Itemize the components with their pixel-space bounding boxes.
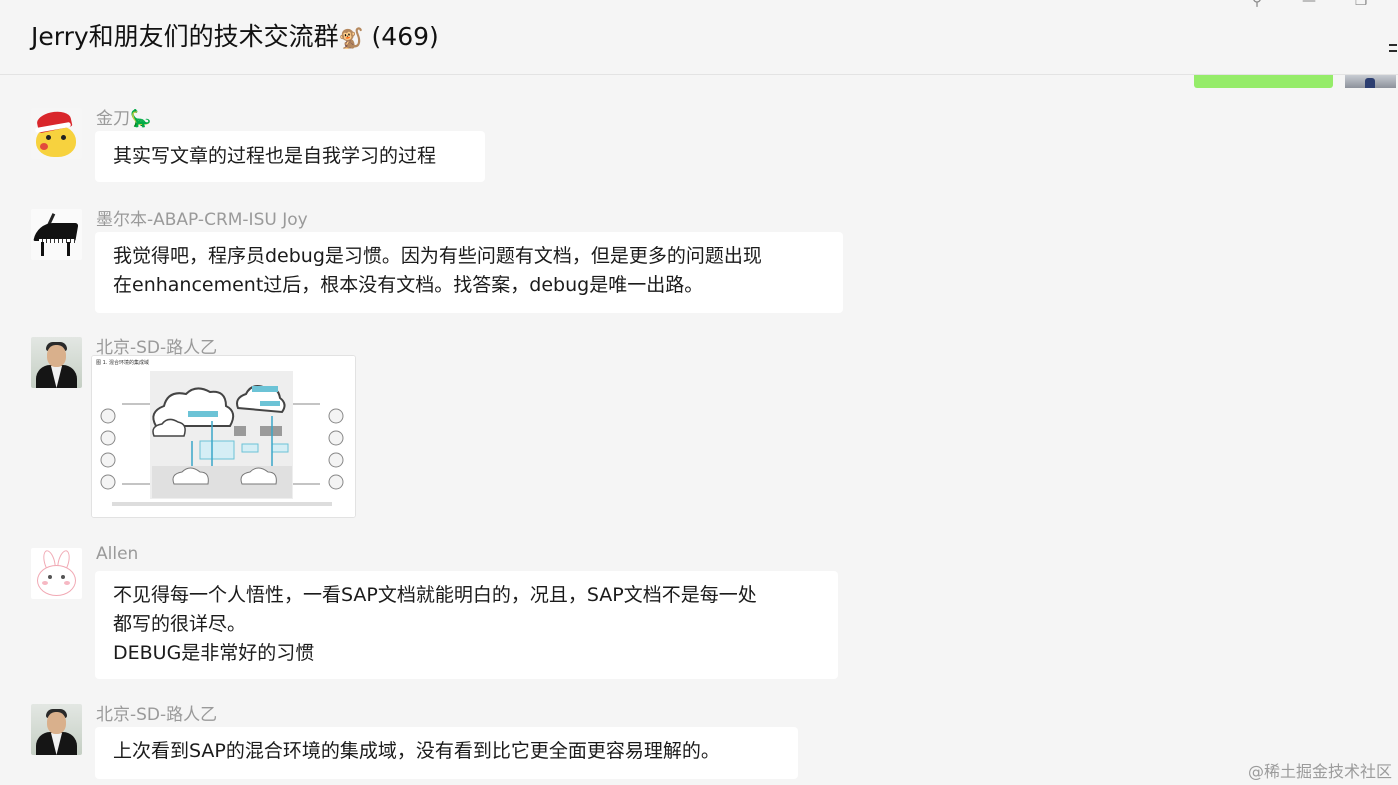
image-message[interactable]: 图 1. 混合环境的集成域 [91, 355, 356, 518]
sender-name[interactable]: 金刀🦕 [96, 104, 151, 129]
window-controls: ⚲ — ❐ [1248, 0, 1370, 8]
architecture-diagram-image: 图 1. 混合环境的集成域 [92, 356, 355, 517]
avatar[interactable] [31, 704, 82, 755]
image-caption: 图 1. 混合环境的集成域 [96, 359, 149, 366]
monkey-emoji-icon: 🐒 [338, 26, 364, 50]
watermark: @稀土掘金技术社区 [1247, 762, 1392, 781]
previous-self-message[interactable] [1194, 75, 1333, 88]
pin-icon[interactable]: ⚲ [1248, 0, 1266, 8]
message-bubble[interactable]: 上次看到SAP的混合环境的集成域，没有看到比它更全面更容易理解的。 [95, 727, 798, 779]
self-avatar[interactable] [1345, 75, 1396, 88]
group-name: Jerry和朋友们的技术交流群 [31, 22, 339, 51]
sender-name[interactable]: 墨尔本-ABAP-CRM-ISU Joy [96, 205, 308, 230]
avatar[interactable] [31, 209, 82, 260]
avatar[interactable] [31, 337, 82, 388]
message-bubble[interactable]: 其实写文章的过程也是自我学习的过程 [95, 131, 485, 182]
avatar[interactable] [31, 548, 82, 599]
minimize-icon[interactable]: — [1300, 0, 1318, 8]
sender-name[interactable]: Allen [96, 544, 138, 564]
message-bubble[interactable]: 不见得每一个人悟性，一看SAP文档就能明白的，况且，SAP文档不是每一处 都写的… [95, 571, 838, 679]
avatar[interactable] [31, 108, 82, 159]
member-count: (469) [371, 22, 439, 51]
dinosaur-emoji-icon: 🦕 [130, 109, 152, 129]
group-title[interactable]: Jerry和朋友们的技术交流群🐒 (469) [31, 17, 439, 53]
restore-icon[interactable]: ❐ [1352, 0, 1370, 8]
sender-name[interactable]: 北京-SD-路人乙 [96, 700, 217, 725]
message-bubble[interactable]: 我觉得吧，程序员debug是习惯。因为有些问题有文档，但是更多的问题出现 在en… [95, 232, 843, 313]
more-options-icon[interactable] [1389, 41, 1397, 55]
chat-header: Jerry和朋友们的技术交流群🐒 (469) ⚲ — ❐ [0, 0, 1398, 75]
